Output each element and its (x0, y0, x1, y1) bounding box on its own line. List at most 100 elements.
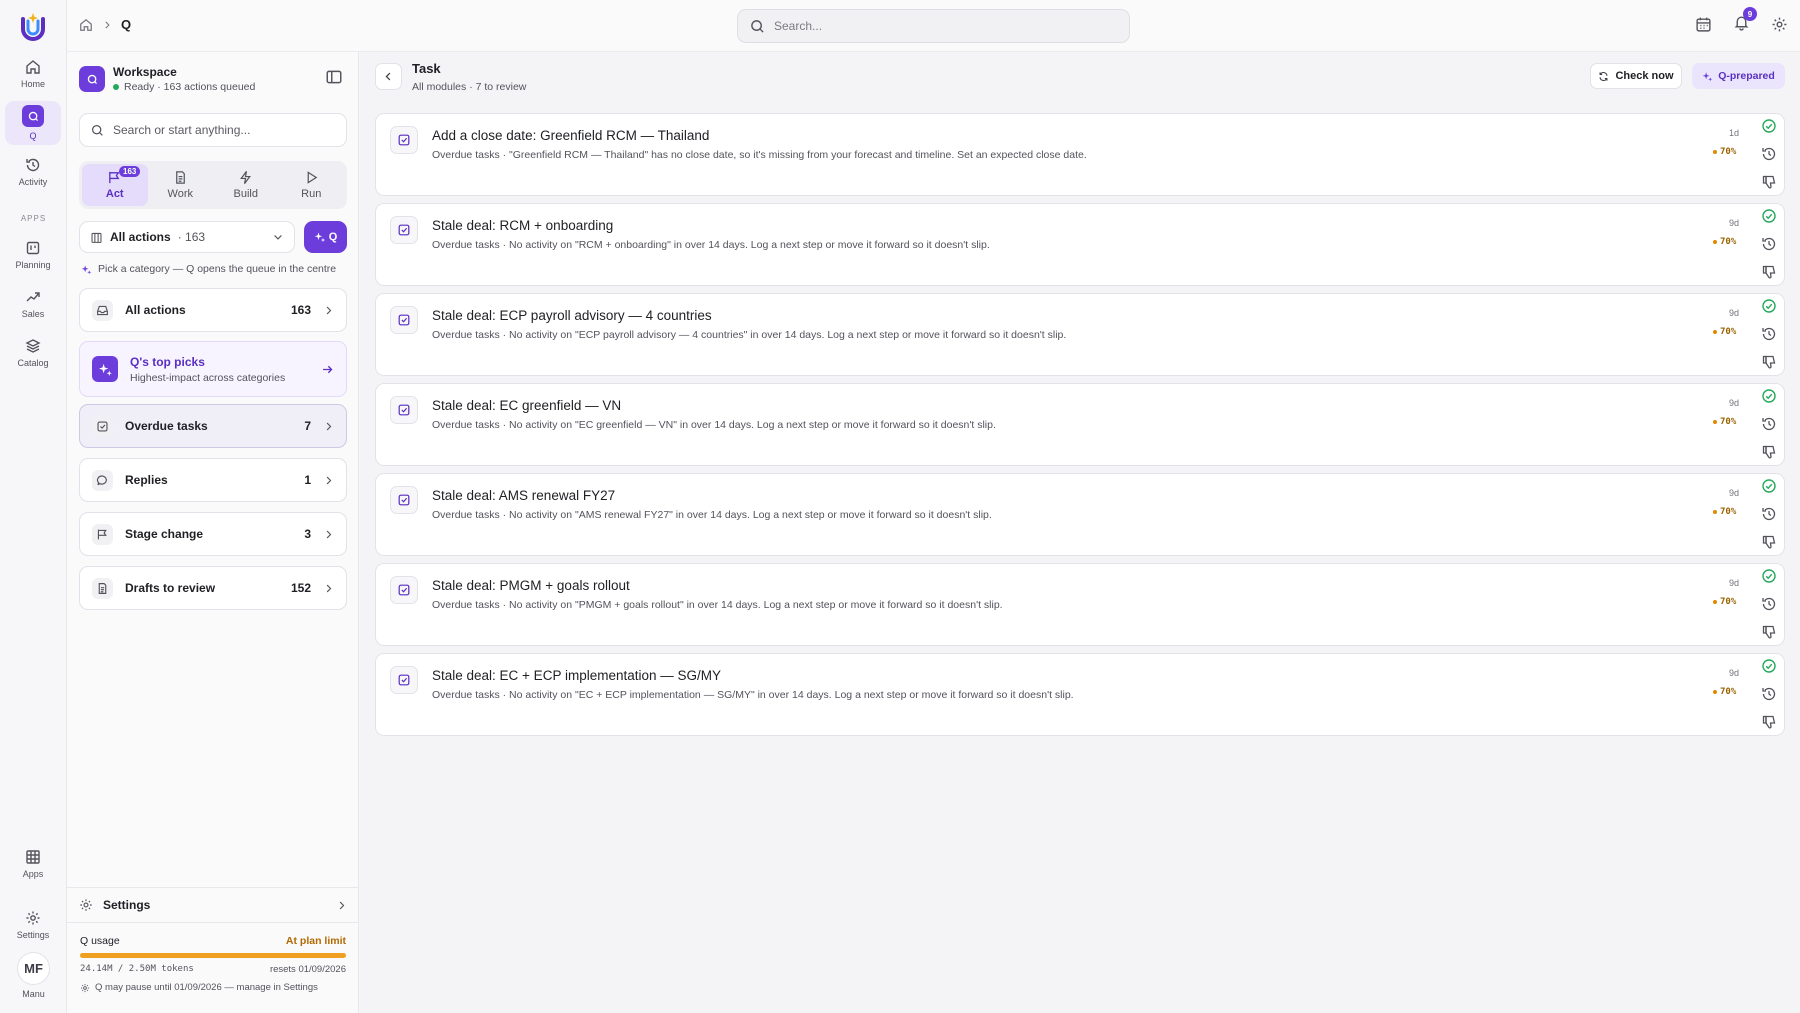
global-search[interactable] (737, 9, 1130, 43)
category-top-picks[interactable]: Q's top picks Highest-impact across cate… (79, 341, 347, 397)
task-card[interactable]: Stale deal: EC greenfield — VN Overdue ta… (375, 383, 1785, 466)
user-avatar[interactable]: MF (17, 952, 50, 985)
confidence-dot (1713, 420, 1717, 424)
task-checkbox[interactable] (390, 666, 418, 694)
tab-work[interactable]: Work (148, 164, 214, 206)
task-checkbox[interactable] (390, 126, 418, 154)
task-card[interactable]: Stale deal: ECP payroll advisory — 4 cou… (375, 293, 1785, 376)
history-icon[interactable] (1761, 326, 1777, 342)
approve-check-icon[interactable] (1761, 568, 1777, 584)
task-title[interactable]: Stale deal: PMGM + goals rollout (432, 578, 630, 593)
history-icon[interactable] (1761, 236, 1777, 252)
approve-check-icon[interactable] (1761, 118, 1777, 134)
task-card[interactable]: Stale deal: RCM + onboarding Overdue task… (375, 203, 1785, 286)
calendar-icon[interactable] (1695, 16, 1712, 33)
category-all-actions[interactable]: All actions 163 (79, 288, 347, 332)
task-title[interactable]: Stale deal: EC greenfield — VN (432, 398, 621, 413)
task-checkbox[interactable] (390, 576, 418, 604)
action-filter-dropdown[interactable]: All actions · 163 (79, 221, 295, 253)
category-count: 7 (304, 419, 311, 433)
approve-check-icon[interactable] (1761, 478, 1777, 494)
tab-build[interactable]: Build (213, 164, 279, 206)
sidebar-toggle-icon[interactable] (325, 68, 343, 86)
history-icon[interactable] (1761, 596, 1777, 612)
sparkles-icon (92, 356, 118, 382)
task-checkbox[interactable] (390, 396, 418, 424)
task-checkbox[interactable] (390, 216, 418, 244)
q-prepared-button[interactable]: Q-prepared (1692, 63, 1785, 89)
rail-catalog[interactable]: Catalog (5, 331, 61, 375)
tab-build-label: Build (233, 188, 258, 200)
document-icon (92, 577, 113, 599)
checkbox-icon (398, 404, 410, 416)
task-confidence: 70% (1713, 507, 1736, 517)
thumbs-down-icon[interactable] (1761, 534, 1777, 550)
history-icon[interactable] (1761, 686, 1777, 702)
rail-home-label: Home (20, 79, 45, 89)
check-now-label: Check now (1615, 70, 1674, 82)
check-now-button[interactable]: Check now (1590, 63, 1682, 89)
task-confidence-value: 70% (1720, 417, 1737, 427)
settings-label: Settings (103, 898, 151, 912)
task-title[interactable]: Stale deal: ECP payroll advisory — 4 cou… (432, 308, 712, 323)
thumbs-down-icon[interactable] (1761, 624, 1777, 640)
q-ask-button[interactable]: Q (304, 221, 347, 253)
thumbs-down-icon[interactable] (1761, 264, 1777, 280)
history-icon[interactable] (1761, 416, 1777, 432)
task-checkbox[interactable] (390, 306, 418, 334)
confidence-dot (1713, 150, 1717, 154)
history-icon[interactable] (1761, 506, 1777, 522)
rail-planning[interactable]: Planning (5, 233, 61, 277)
thumbs-down-icon[interactable] (1761, 714, 1777, 730)
global-search-input[interactable] (774, 19, 1094, 33)
history-icon[interactable] (1761, 146, 1777, 162)
thumbs-down-icon[interactable] (1761, 444, 1777, 460)
tab-run[interactable]: Run (279, 164, 345, 206)
approve-check-icon[interactable] (1761, 388, 1777, 404)
category-drafts-to-review[interactable]: Drafts to review 152 (79, 566, 347, 610)
mode-tabs: Act 163 Work Build Run (79, 161, 347, 209)
rail-activity[interactable]: Activity (5, 150, 61, 194)
back-button[interactable] (375, 63, 402, 90)
thumbs-down-icon[interactable] (1761, 174, 1777, 190)
rail-settings[interactable]: Settings (5, 903, 61, 947)
workspace-status: Ready · 163 actions queued (124, 81, 256, 93)
checkbox-icon (398, 224, 410, 236)
gear-icon[interactable] (1771, 16, 1788, 33)
category-overdue-tasks[interactable]: Overdue tasks 7 (79, 404, 347, 448)
approve-check-icon[interactable] (1761, 298, 1777, 314)
task-title[interactable]: Stale deal: EC + ECP implementation — SG… (432, 668, 721, 683)
task-checkbox[interactable] (390, 486, 418, 514)
approve-check-icon[interactable] (1761, 208, 1777, 224)
category-hint-text: Pick a category — Q opens the queue in t… (98, 263, 337, 275)
task-title[interactable]: Add a close date: Greenfield RCM — Thail… (432, 128, 709, 143)
category-stage-change[interactable]: Stage change 3 (79, 512, 347, 556)
task-title[interactable]: Stale deal: AMS renewal FY27 (432, 488, 615, 503)
task-description: Overdue tasks · No activity on "AMS rene… (432, 509, 992, 521)
rail-sales[interactable]: Sales (5, 282, 61, 326)
panel-search[interactable] (79, 113, 347, 147)
thumbs-down-icon[interactable] (1761, 354, 1777, 370)
approve-check-icon[interactable] (1761, 658, 1777, 674)
panel-settings-row[interactable]: Settings (67, 887, 359, 923)
task-card[interactable]: Stale deal: EC + ECP implementation — SG… (375, 653, 1785, 736)
usage-note: Q may pause until 01/09/2026 — manage in… (95, 982, 318, 993)
history-icon (26, 158, 40, 172)
rail-q[interactable]: Q (5, 101, 61, 145)
notifications-button[interactable]: 9 (1733, 7, 1757, 34)
task-title[interactable]: Stale deal: RCM + onboarding (432, 218, 613, 233)
lightning-icon (240, 171, 252, 184)
panel-search-input[interactable] (113, 123, 333, 137)
rail-home[interactable]: Home (5, 52, 61, 96)
workspace-name: Workspace (113, 65, 177, 79)
usage-progress-bar (80, 953, 346, 958)
tab-act[interactable]: Act 163 (82, 164, 148, 206)
task-card[interactable]: Add a close date: Greenfield RCM — Thail… (375, 113, 1785, 196)
rail-apps[interactable]: Apps (5, 842, 61, 886)
home-icon[interactable] (79, 18, 93, 32)
checkbox-icon (398, 314, 410, 326)
document-icon (175, 171, 185, 184)
category-replies[interactable]: Replies 1 (79, 458, 347, 502)
task-card[interactable]: Stale deal: AMS renewal FY27 Overdue task… (375, 473, 1785, 556)
task-card[interactable]: Stale deal: PMGM + goals rollout Overdue … (375, 563, 1785, 646)
